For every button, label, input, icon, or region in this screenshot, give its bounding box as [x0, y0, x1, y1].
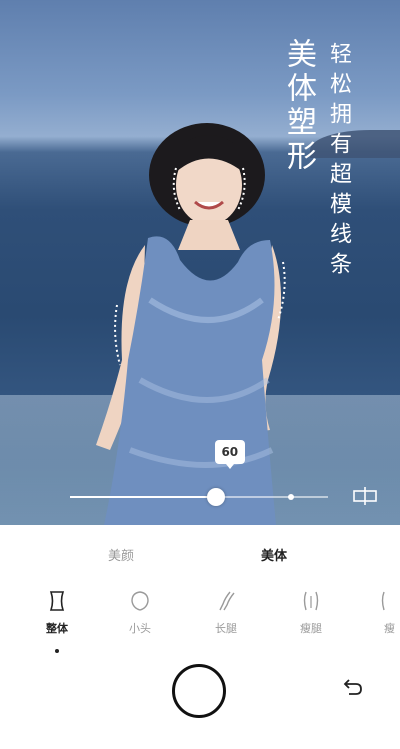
tool-long-legs[interactable]: 长腿	[196, 590, 256, 636]
tool-label: 整体	[46, 622, 68, 635]
tool-slim[interactable]: 瘦	[358, 590, 400, 636]
tab-beauty[interactable]: 美颜	[108, 545, 134, 564]
tool-small-head[interactable]: 小头	[110, 590, 170, 636]
headline-main: 美体塑形	[281, 38, 316, 174]
selected-tool-indicator	[55, 649, 59, 653]
slim-legs-icon	[303, 591, 319, 611]
mode-tabs: 美颜 美体	[0, 545, 400, 569]
photo-preview: 美体塑形 轻松拥有超模线条	[0, 0, 400, 525]
slider-value-bubble: 60	[214, 440, 245, 469]
tool-label: 瘦	[384, 622, 395, 635]
small-head-icon	[131, 591, 149, 611]
tool-label: 小头	[129, 622, 151, 635]
slider-knob[interactable]	[206, 488, 225, 506]
whole-body-icon	[49, 591, 65, 611]
slim-icon	[381, 591, 385, 611]
compare-icon[interactable]	[352, 486, 378, 506]
undo-icon[interactable]	[340, 678, 364, 698]
tool-label: 瘦腿	[300, 622, 322, 635]
slider-fill	[70, 496, 216, 498]
headline-sub: 轻松拥有超模线条	[326, 42, 351, 282]
tool-whole-body[interactable]: 整体	[27, 590, 87, 636]
shutter-button[interactable]	[172, 664, 226, 718]
slider-default-mark	[288, 494, 294, 500]
tool-label: 长腿	[215, 622, 237, 635]
long-legs-icon	[219, 591, 235, 611]
intensity-slider[interactable]	[0, 484, 400, 514]
body-tools: 整体 小头 长腿 瘦腿 瘦	[0, 590, 400, 660]
tab-body[interactable]: 美体	[261, 545, 287, 564]
tool-slim-legs[interactable]: 瘦腿	[281, 590, 341, 636]
